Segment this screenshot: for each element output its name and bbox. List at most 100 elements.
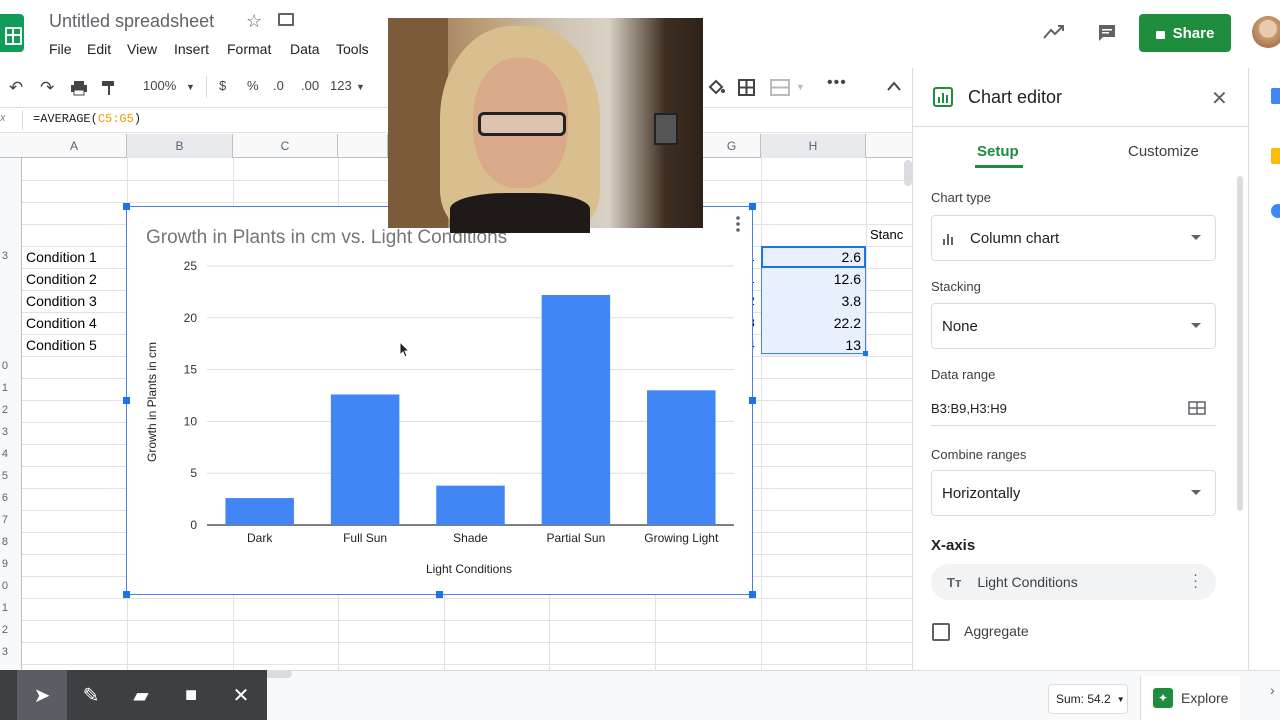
more-icon[interactable]: ••• (827, 74, 847, 92)
row-number[interactable]: 9 (0, 558, 8, 570)
print-icon[interactable] (70, 80, 88, 96)
vertical-scrollbar[interactable] (904, 160, 912, 186)
bar[interactable] (647, 390, 716, 525)
aggregate-checkbox[interactable] (932, 623, 950, 641)
cell-a-condition[interactable]: Condition 3 (26, 290, 97, 312)
chart-menu-icon-dot[interactable] (736, 222, 740, 226)
fill-handle[interactable] (863, 351, 868, 356)
menu-file[interactable]: File (49, 41, 72, 57)
chart-type-select[interactable]: Column chart (931, 215, 1216, 261)
row-number[interactable]: 8 (0, 536, 8, 548)
row-number[interactable]: 3 (0, 250, 8, 262)
cell-a-condition[interactable]: Condition 2 (26, 268, 97, 290)
bar[interactable] (436, 485, 505, 525)
avatar[interactable] (1252, 16, 1280, 48)
sum-select[interactable]: Sum: 54.2 ▼ (1048, 684, 1128, 714)
borders-icon[interactable] (738, 79, 755, 96)
sheets-logo[interactable] (0, 14, 24, 52)
formula-input[interactable]: =AVERAGE(C5:G5) (33, 112, 141, 126)
pen-icon[interactable]: ✎ (66, 670, 116, 720)
resize-handle[interactable] (123, 591, 130, 598)
paint-format-icon[interactable] (101, 80, 117, 96)
row-number[interactable]: 5 (0, 470, 8, 482)
undo-icon[interactable]: ↶ (9, 78, 23, 98)
bar[interactable] (225, 498, 294, 525)
chevron-right-icon[interactable]: › (1270, 682, 1275, 698)
x-axis-label[interactable]: Light Conditions (426, 562, 512, 576)
row-number[interactable]: 7 (0, 514, 8, 526)
resize-handle[interactable] (123, 397, 130, 404)
cell-a-condition[interactable]: Condition 4 (26, 312, 97, 334)
menu-view[interactable]: View (127, 41, 157, 57)
resize-handle[interactable] (749, 203, 756, 210)
row-number[interactable]: 0 (0, 360, 8, 372)
collapse-toolbar-icon[interactable] (887, 81, 901, 91)
chart-menu-icon-dot[interactable] (736, 228, 740, 232)
column-header-a[interactable]: A (22, 134, 127, 158)
column-chart[interactable]: Growth in Plants in cm vs. Light Conditi… (127, 207, 754, 596)
tasks-icon[interactable] (1271, 204, 1280, 218)
column-header-c[interactable]: C (233, 134, 338, 158)
folder-icon[interactable] (278, 13, 294, 26)
document-title[interactable]: Untitled spreadsheet (49, 11, 214, 32)
row-number[interactable]: 3 (0, 426, 8, 438)
star-icon[interactable]: ☆ (246, 11, 262, 32)
trending-icon[interactable] (1043, 24, 1065, 40)
row-number[interactable]: 2 (0, 624, 8, 636)
cell-a-condition[interactable]: Condition 1 (26, 246, 97, 268)
explore-button[interactable]: ✦ Explore (1140, 676, 1240, 720)
fill-color-icon[interactable] (707, 79, 725, 96)
menu-insert[interactable]: Insert (174, 41, 209, 57)
bar[interactable] (541, 295, 611, 525)
percent-button[interactable]: % (247, 78, 259, 93)
close-annotation-icon[interactable]: ✕ (216, 670, 266, 720)
y-axis-label[interactable]: Growth in Plants in cm (145, 342, 159, 462)
editor-scrollbar[interactable] (1237, 176, 1243, 511)
column-header-b[interactable]: B (127, 134, 233, 158)
chevron-down-icon[interactable]: ▼ (186, 82, 195, 92)
chevron-down-icon[interactable]: ▼ (796, 82, 805, 92)
decrease-decimal-button[interactable]: .0 (273, 78, 284, 93)
chevron-down-icon[interactable]: ▼ (356, 82, 365, 92)
column-header-h[interactable]: H (761, 134, 866, 158)
comment-icon[interactable] (1097, 23, 1117, 42)
cell-standard-header[interactable]: Stanc (870, 224, 903, 246)
menu-data[interactable]: Data (290, 41, 320, 57)
column-header-g[interactable]: G (703, 134, 761, 158)
row-number[interactable]: 2 (0, 404, 8, 416)
camera-icon[interactable]: ■ (166, 670, 216, 720)
keep-icon[interactable] (1271, 148, 1280, 164)
zoom-select[interactable]: 100% (143, 78, 176, 93)
share-button[interactable]: Share (1139, 14, 1231, 52)
chart-menu-icon-dot[interactable] (736, 216, 740, 220)
row-number[interactable]: 1 (0, 602, 8, 614)
column-header-d[interactable] (338, 134, 388, 158)
row-number[interactable]: 1 (0, 382, 8, 394)
row-number[interactable]: 3 (0, 646, 8, 658)
cell-a-condition[interactable]: Condition 5 (26, 334, 97, 356)
more-vert-icon[interactable]: · · · (1193, 567, 1198, 594)
merge-cells-icon[interactable] (770, 79, 790, 96)
tab-setup[interactable]: Setup (977, 143, 1019, 160)
resize-handle[interactable] (436, 591, 443, 598)
row-number[interactable]: 4 (0, 448, 8, 460)
menu-tools[interactable]: Tools (336, 41, 369, 57)
bar[interactable] (330, 394, 400, 525)
pointer-icon[interactable]: ➤ (17, 670, 67, 720)
resize-handle[interactable] (749, 591, 756, 598)
x-axis-chip[interactable]: Tт Light Conditions · · · (931, 564, 1216, 600)
row-number[interactable]: 0 (0, 580, 8, 592)
more-formats-button[interactable]: 123 (330, 78, 352, 93)
close-icon[interactable]: ✕ (1211, 86, 1228, 111)
tab-customize[interactable]: Customize (1128, 143, 1199, 160)
select-data-range-icon[interactable] (1188, 401, 1206, 415)
webcam-video-overlay[interactable] (388, 18, 703, 233)
highlighter-icon[interactable]: ▰ (116, 670, 166, 720)
stacking-select[interactable]: None (931, 303, 1216, 349)
data-range-input[interactable]: B3:B9,H3:H9 (931, 401, 1007, 416)
row-number[interactable]: 6 (0, 492, 8, 504)
chart-container[interactable]: Growth in Plants in cm vs. Light Conditi… (126, 206, 753, 595)
resize-handle[interactable] (123, 203, 130, 210)
resize-handle[interactable] (749, 397, 756, 404)
currency-button[interactable]: $ (219, 78, 226, 93)
